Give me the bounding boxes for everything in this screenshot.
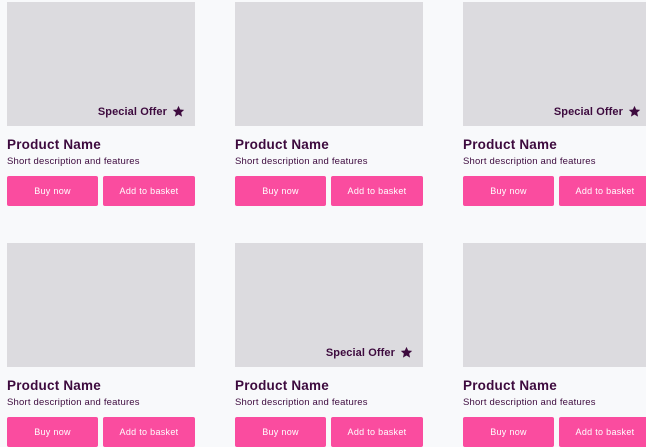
- special-offer-badge: Special Offer: [326, 346, 413, 359]
- product-title: Product Name: [7, 378, 101, 393]
- buy-now-button[interactable]: Buy now: [463, 176, 554, 206]
- product-title: Product Name: [463, 378, 557, 393]
- product-actions: Buy now Add to basket: [7, 417, 195, 447]
- product-card: Special Offer Product Name Short descrip…: [235, 243, 423, 447]
- product-card: Special Offer Product Name Short descrip…: [7, 2, 195, 206]
- product-title: Product Name: [7, 137, 101, 152]
- add-to-basket-button[interactable]: Add to basket: [559, 176, 646, 206]
- product-card: Product Name Short description and featu…: [235, 2, 423, 206]
- product-title: Product Name: [235, 137, 329, 152]
- buy-now-button[interactable]: Buy now: [235, 176, 326, 206]
- product-image: [7, 243, 195, 367]
- product-actions: Buy now Add to basket: [463, 176, 646, 206]
- product-card: Product Name Short description and featu…: [463, 243, 646, 447]
- product-description: Short description and features: [7, 156, 140, 167]
- buy-now-button[interactable]: Buy now: [7, 417, 98, 447]
- add-to-basket-button[interactable]: Add to basket: [331, 417, 423, 447]
- add-to-basket-button[interactable]: Add to basket: [103, 176, 195, 206]
- product-image: Special Offer: [463, 2, 646, 126]
- product-description: Short description and features: [235, 397, 368, 408]
- product-description: Short description and features: [463, 156, 596, 167]
- product-actions: Buy now Add to basket: [235, 417, 423, 447]
- product-image: Special Offer: [235, 243, 423, 367]
- special-offer-badge: Special Offer: [554, 105, 641, 118]
- star-icon: [400, 346, 413, 358]
- product-card: Special Offer Product Name Short descrip…: [463, 2, 646, 206]
- product-grid: Special Offer Product Name Short descrip…: [0, 0, 646, 447]
- buy-now-button[interactable]: Buy now: [463, 417, 554, 447]
- buy-now-button[interactable]: Buy now: [235, 417, 326, 447]
- add-to-basket-button[interactable]: Add to basket: [331, 176, 423, 206]
- product-description: Short description and features: [463, 397, 596, 408]
- product-image: Special Offer: [7, 2, 195, 126]
- special-offer-label: Special Offer: [325, 346, 395, 359]
- product-actions: Buy now Add to basket: [7, 176, 195, 206]
- product-description: Short description and features: [235, 156, 368, 167]
- special-offer-label: Special Offer: [553, 105, 623, 118]
- add-to-basket-button[interactable]: Add to basket: [559, 417, 646, 447]
- product-image: [235, 2, 423, 126]
- buy-now-button[interactable]: Buy now: [7, 176, 98, 206]
- product-actions: Buy now Add to basket: [235, 176, 423, 206]
- star-icon: [172, 105, 185, 117]
- product-title: Product Name: [235, 378, 329, 393]
- add-to-basket-button[interactable]: Add to basket: [103, 417, 195, 447]
- special-offer-label: Special Offer: [97, 105, 167, 118]
- product-image: [463, 243, 646, 367]
- product-card: Product Name Short description and featu…: [7, 243, 195, 447]
- product-description: Short description and features: [7, 397, 140, 408]
- product-actions: Buy now Add to basket: [463, 417, 646, 447]
- special-offer-badge: Special Offer: [98, 105, 185, 118]
- product-title: Product Name: [463, 137, 557, 152]
- star-icon: [628, 105, 641, 117]
